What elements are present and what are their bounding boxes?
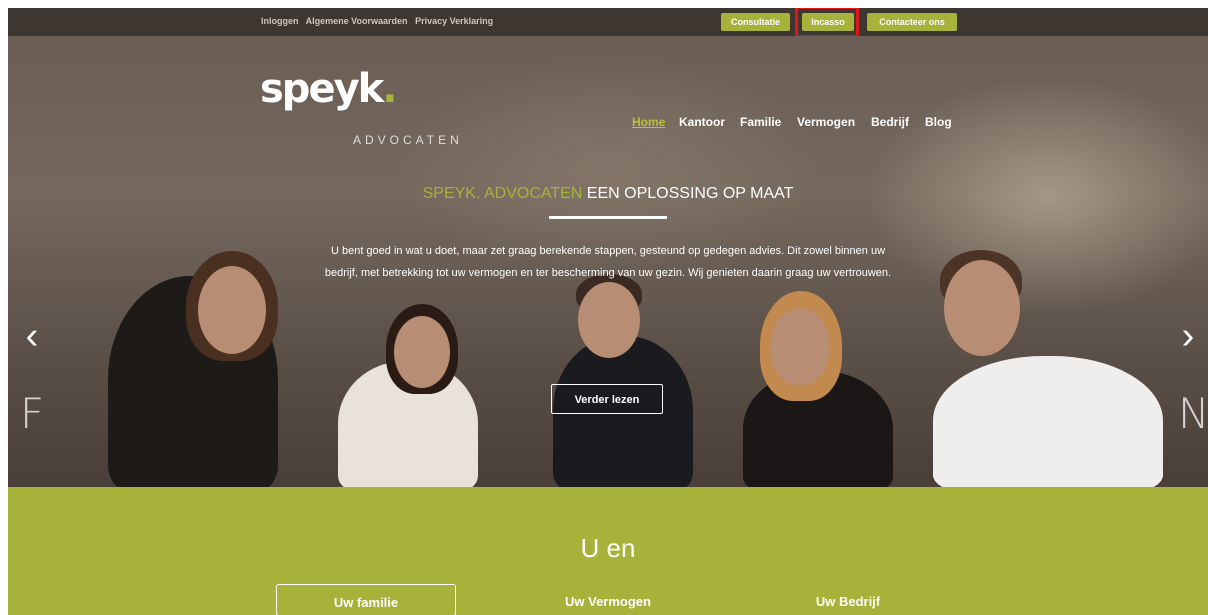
nav-blog[interactable]: Blog [925,115,952,129]
hero-slider: speyk. ADVOCATEN Home Kantoor Familie Ve… [8,36,1208,491]
hero-intro-text: U bent goed in wat u doet, maar zet graa… [324,245,892,279]
tab-uw-vermogen[interactable]: Uw Vermogen [538,584,678,615]
site-logo[interactable]: speyk. [260,66,397,112]
chevron-left-icon[interactable]: ‹ [16,316,48,356]
u-en-section: U en Uw familie Uw Vermogen Uw Bedrijf [8,487,1208,615]
prev-slide-letter: F [20,389,45,438]
utility-links: Inloggen Algemene Voorwaarden Privacy Ve… [261,16,498,26]
login-link[interactable]: Inloggen [261,16,299,26]
person-head [578,282,640,358]
person-silhouette [933,356,1163,491]
section-title: U en [580,533,636,563]
next-slide-letter: N [1178,389,1208,438]
browser-viewport: Inloggen Algemene Voorwaarden Privacy Ve… [8,8,1208,615]
read-more-button[interactable]: Verder lezen [551,384,663,414]
nav-home[interactable]: Home [632,115,665,129]
tab-uw-bedrijf[interactable]: Uw Bedrijf [788,584,908,615]
chevron-right-icon[interactable]: › [1172,316,1204,356]
highlight-box [795,8,859,38]
person-head [770,308,830,386]
nav-familie[interactable]: Familie [740,115,781,129]
terms-link[interactable]: Algemene Voorwaarden [306,16,408,26]
privacy-link[interactable]: Privacy Verklaring [415,16,493,26]
person-head [198,266,266,354]
hero-tagline: SPEYK. ADVOCATEN EEN OPLOSSING OP MAAT [422,185,794,202]
nav-kantoor[interactable]: Kantoor [679,115,725,129]
logo-subtitle: ADVOCATEN [353,133,463,147]
top-bar: Inloggen Algemene Voorwaarden Privacy Ve… [8,8,1208,38]
person-head [944,260,1020,356]
contact-button[interactable]: Contacteer ons [867,13,957,31]
tagline-divider [549,216,667,219]
tab-uw-familie[interactable]: Uw familie [276,584,456,615]
nav-bedrijf[interactable]: Bedrijf [871,115,909,129]
nav-vermogen[interactable]: Vermogen [797,115,855,129]
consultatie-button[interactable]: Consultatie [721,13,790,31]
person-head [394,316,450,388]
